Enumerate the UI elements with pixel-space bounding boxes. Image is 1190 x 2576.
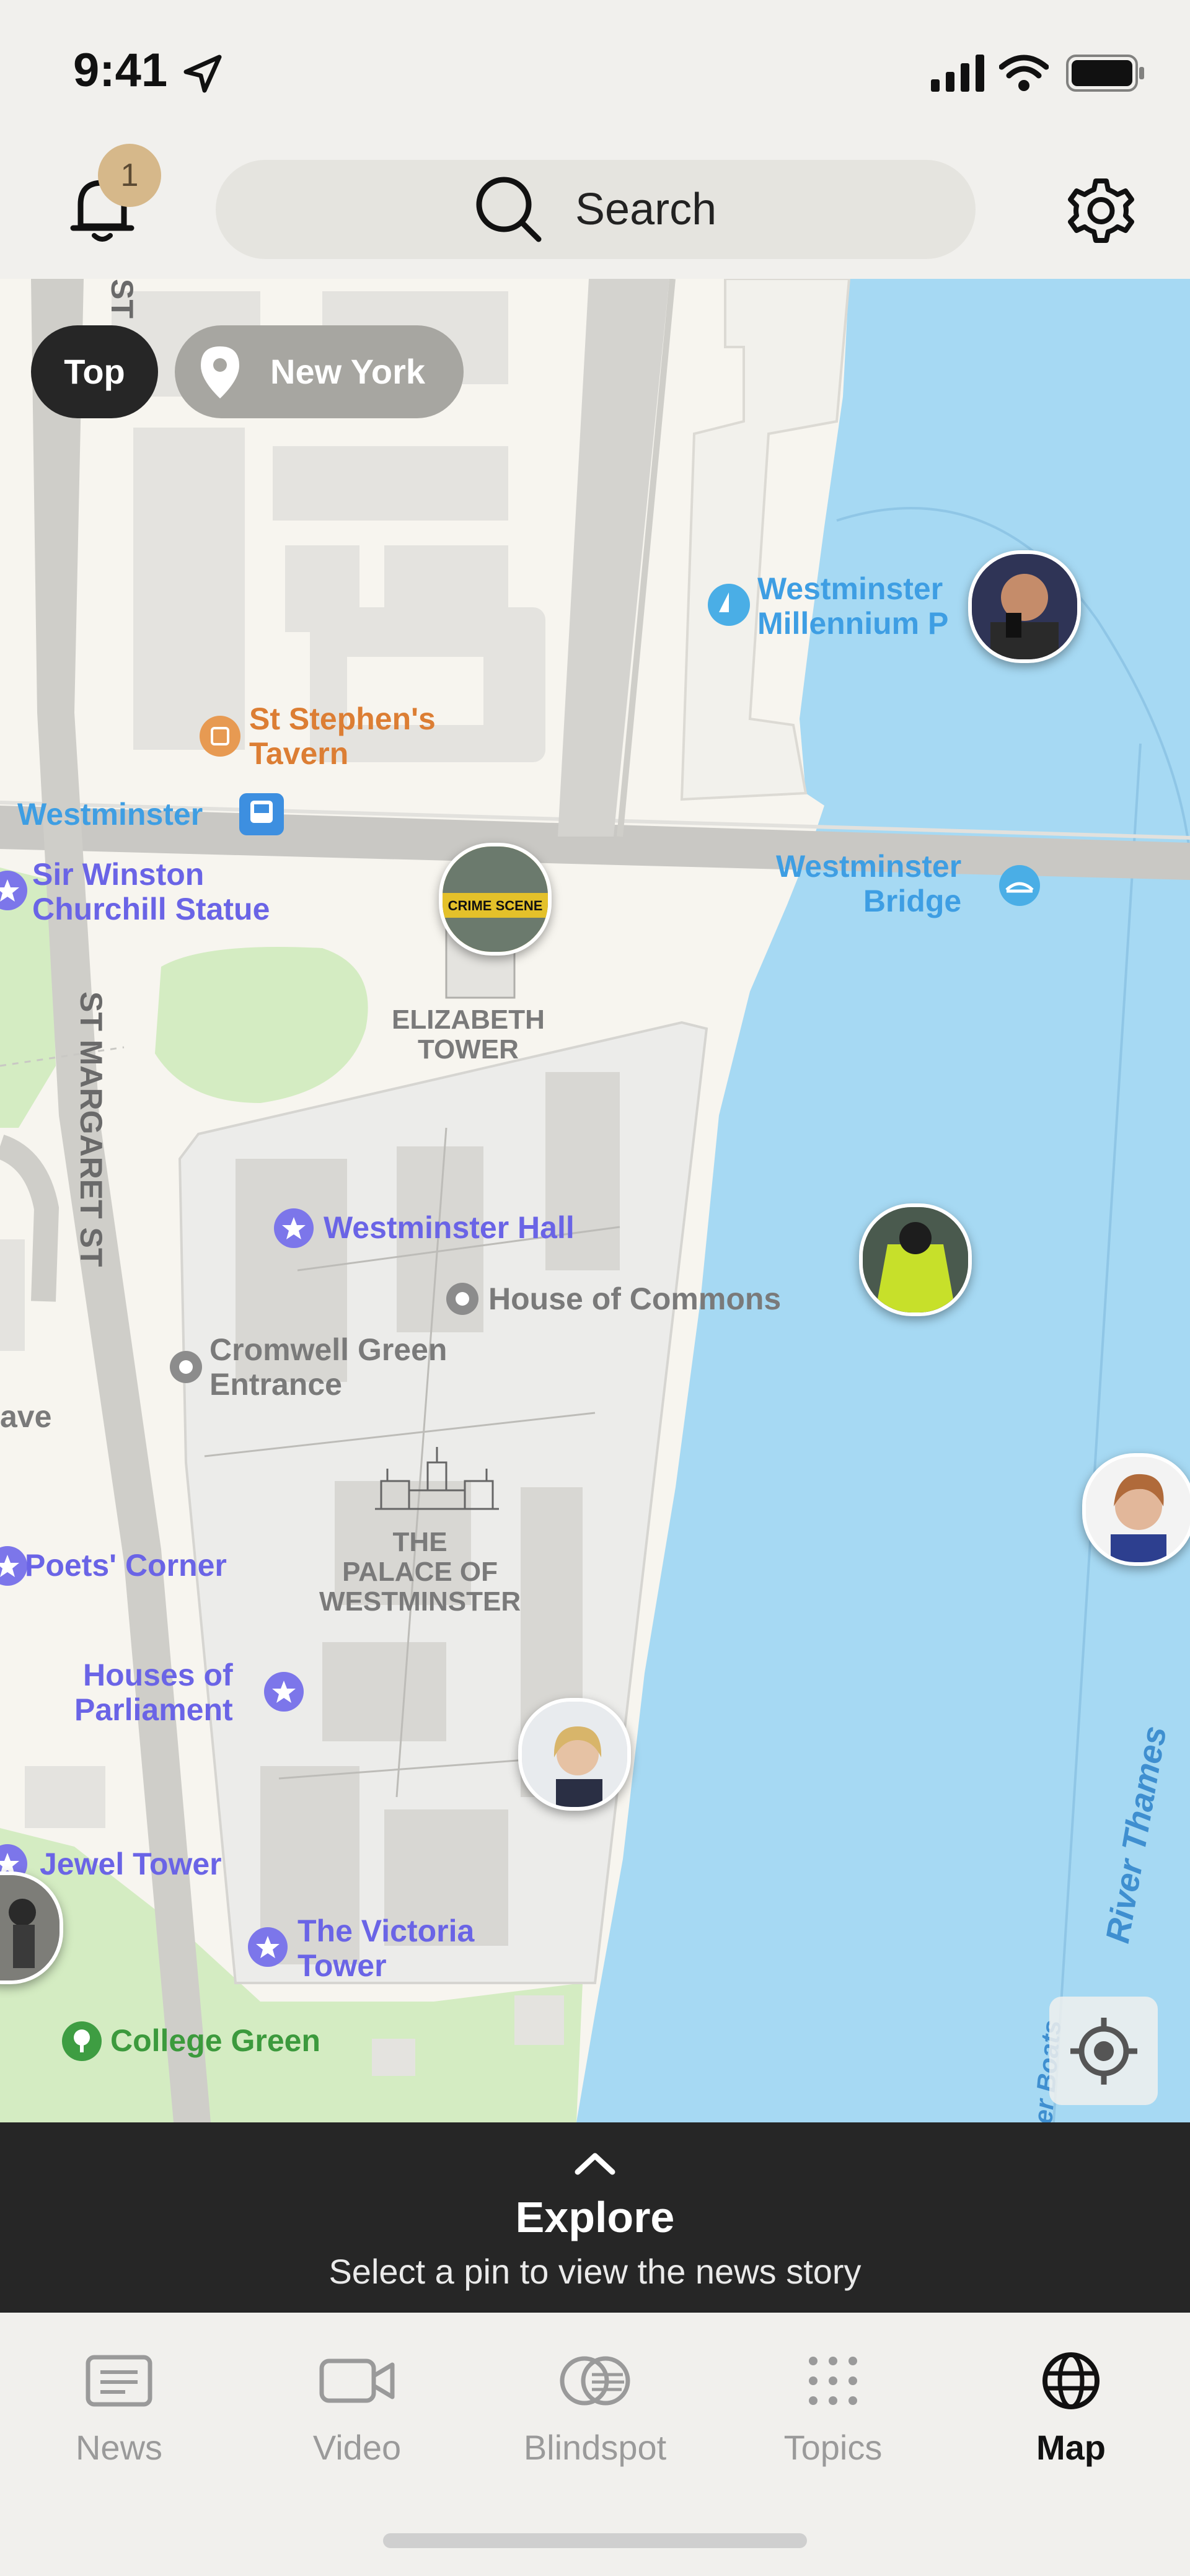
tab-blindspot-label: Blindspot xyxy=(523,2428,667,2467)
home-indicator xyxy=(383,2533,807,2548)
landmark-dot-icon xyxy=(170,1351,202,1383)
palace-landmark-icon xyxy=(375,1447,499,1510)
filter-location-label: New York xyxy=(270,352,426,391)
explore-subtitle: Select a pin to view the news story xyxy=(328,2252,862,2291)
star-icon xyxy=(248,1927,288,1967)
cellular-signal-icon xyxy=(931,55,984,92)
college-green-label: College Green xyxy=(110,2023,320,2058)
status-bar: 9:41 xyxy=(0,0,1190,143)
location-arrow-icon xyxy=(183,55,222,93)
westminster-hall-label: Westminster Hall xyxy=(324,1210,575,1245)
star-icon xyxy=(264,1672,304,1712)
filter-location-chip[interactable]: New York xyxy=(175,325,464,418)
video-camera-icon xyxy=(319,2358,395,2403)
houses-of-parliament-label: Houses of Parliament xyxy=(74,1658,233,1727)
politician-blonde-pin[interactable] xyxy=(518,1698,631,1811)
explore-panel[interactable]: Explore Select a pin to view the news st… xyxy=(0,2122,1190,2313)
worker-pin[interactable] xyxy=(859,1203,972,1316)
globe-icon xyxy=(1042,2352,1100,2409)
restaurant-icon xyxy=(200,716,240,757)
map-view[interactable]: Top New York Westminster Millennium P St… xyxy=(0,279,1190,2122)
worker-avatar xyxy=(863,1207,968,1312)
status-time: 9:41 xyxy=(73,44,168,97)
palace-of-westminster-label: THE PALACE OF WESTMINSTER xyxy=(319,1527,521,1617)
ave-label: ave xyxy=(0,1399,52,1434)
search-bar[interactable]: Search xyxy=(216,160,976,259)
crime-scene-text: CRIME SCENE xyxy=(448,898,543,913)
street-label: ST xyxy=(105,279,139,319)
cromwell-green-label: Cromwell Green Entrance xyxy=(209,1332,447,1402)
victoria-tower-label: The Victoria Tower xyxy=(298,1914,475,1983)
star-icon xyxy=(274,1208,314,1248)
tab-video[interactable]: Video xyxy=(238,2350,476,2468)
tab-blindspot[interactable]: Blindspot xyxy=(476,2350,714,2468)
locate-me-button[interactable] xyxy=(1049,1997,1158,2105)
boxer-avatar xyxy=(972,554,1077,659)
bridge-icon xyxy=(999,865,1040,906)
gear-icon[interactable] xyxy=(1062,172,1140,250)
search-placeholder: Search xyxy=(575,185,717,234)
star-icon xyxy=(0,871,27,910)
westminster-station-label: Westminster xyxy=(17,797,203,832)
tree-icon xyxy=(62,2021,102,2061)
ferry-icon xyxy=(708,584,750,626)
star-icon xyxy=(0,1546,27,1586)
notification-badge: 1 xyxy=(98,144,161,207)
newspaper-icon xyxy=(86,2355,152,2407)
politician-woman-pin[interactable] xyxy=(1082,1453,1190,1566)
protester-avatar xyxy=(0,1875,60,1980)
politician-blonde-avatar xyxy=(522,1702,627,1807)
house-of-commons-label: House of Commons xyxy=(488,1281,782,1316)
westminster-pier-label: Westminster Millennium P xyxy=(757,571,949,641)
blindspot-icon xyxy=(560,2356,630,2406)
st-stephens-tavern-label: St Stephen's Tavern xyxy=(249,701,436,771)
tab-map[interactable]: Map xyxy=(952,2350,1190,2468)
train-icon xyxy=(239,793,284,835)
politician-woman-avatar xyxy=(1086,1457,1190,1562)
crime-scene-pin[interactable]: CRIME SCENE xyxy=(439,843,552,956)
filter-top-chip[interactable]: Top xyxy=(31,325,158,418)
landmark-dot-icon xyxy=(446,1283,478,1315)
tab-map-label: Map xyxy=(1036,2428,1106,2467)
tab-topics-label: Topics xyxy=(783,2428,883,2467)
search-icon xyxy=(476,177,542,242)
grid-dots-icon xyxy=(809,2357,857,2405)
elizabeth-tower-label: ELIZABETH TOWER xyxy=(392,1004,545,1065)
jewel-tower-label: Jewel Tower xyxy=(40,1847,222,1881)
chevron-up-icon[interactable] xyxy=(571,2147,619,2178)
boxer-pin[interactable] xyxy=(968,550,1081,663)
westminster-bridge-label: Westminster Bridge xyxy=(776,849,962,918)
st-margaret-street-label: ST MARGARET ST xyxy=(74,991,108,1267)
battery-icon xyxy=(1066,55,1144,92)
tab-news[interactable]: News xyxy=(0,2350,238,2468)
locate-me-icon xyxy=(1070,2018,1137,2085)
tab-topics[interactable]: Topics xyxy=(714,2350,952,2468)
tab-video-label: Video xyxy=(312,2428,402,2467)
location-pin-icon xyxy=(201,346,239,398)
poets-corner-label: Poets' Corner xyxy=(25,1548,227,1583)
tab-news-label: News xyxy=(75,2428,163,2467)
crime-scene-avatar: CRIME SCENE xyxy=(443,846,548,952)
explore-title: Explore xyxy=(515,2193,675,2241)
wifi-icon xyxy=(999,55,1049,91)
churchill-statue-label: Sir Winston Churchill Statue xyxy=(32,857,270,926)
